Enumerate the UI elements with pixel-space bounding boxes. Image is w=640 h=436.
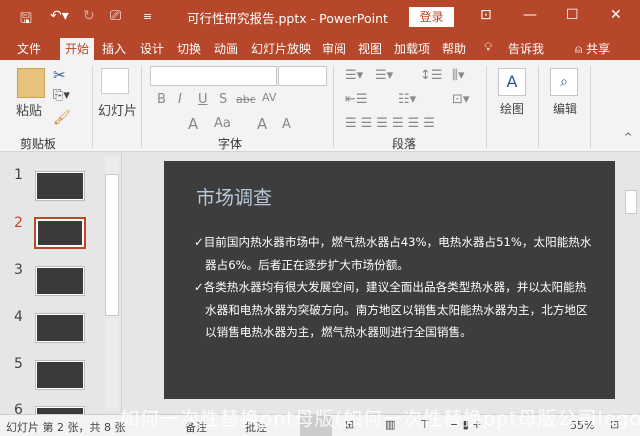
font-color-button[interactable]: A [188, 115, 198, 133]
bullet-item: ✓各类热水器均有很大发展空间，建议全面出品各类型热水器，并以太阳能热水器和电热水… [194, 280, 588, 339]
decrease-font-button[interactable]: A [282, 117, 291, 132]
char-spacing-button[interactable]: AV [262, 91, 276, 104]
slide-thumbnail-selected[interactable] [34, 217, 86, 249]
tab-slideshow[interactable]: 幻灯片放映 [251, 40, 311, 57]
slide-thumbnail[interactable] [35, 266, 85, 296]
line-spacing-icon[interactable]: ↕☰ [420, 68, 443, 83]
bold-button[interactable]: B [157, 92, 166, 107]
strikethrough-button[interactable]: abc [236, 93, 256, 106]
shadow-button[interactable]: S [219, 92, 227, 107]
new-slide-icon[interactable] [101, 68, 129, 94]
tab-home[interactable]: 开始 [60, 38, 95, 60]
bullet-item: ✓目前国内热水器市场中，燃气热水器占43%，电热水器占51%，太阳能热水器占6%… [194, 235, 592, 272]
tab-animations[interactable]: 动画 [214, 40, 238, 57]
editing-button[interactable]: 编辑 [553, 100, 577, 117]
collapse-ribbon-icon[interactable]: ^ [624, 132, 632, 143]
close-button[interactable]: ✕ [610, 7, 622, 23]
slide-thumbnail[interactable] [35, 313, 85, 343]
slide-counter: 幻灯片 第 2 张，共 8 张 [6, 421, 126, 434]
bullets-icon[interactable]: ☰▾ [345, 68, 363, 83]
thumbnail-number: 4 [14, 309, 23, 325]
undo-icon[interactable]: ↶▾ [50, 8, 69, 24]
maximize-button[interactable]: ☐ [566, 7, 579, 23]
thumbnail-number: 2 [14, 215, 23, 231]
slide-thumbnail[interactable] [35, 360, 85, 390]
format-painter-icon[interactable]: 🖌︎ [53, 110, 71, 126]
text-direction-icon[interactable]: ⫼▾ [452, 68, 465, 83]
paste-icon[interactable] [17, 68, 45, 98]
ribbon: 粘贴 ✂ ⎘▾ 🖌︎ 剪贴板 幻灯片 B I U S abc AV A Aa A… [0, 60, 640, 152]
save-icon[interactable]: 🖫 [20, 8, 32, 32]
new-slide-button[interactable]: 幻灯片 [98, 100, 137, 119]
align-text-icon[interactable]: ⊡▾ [452, 92, 469, 107]
thumbnails-scrollbar[interactable] [105, 156, 119, 411]
watermark-text: 如何一次性替换ppt母版(如何一次性替换ppt母版公司logo) [120, 408, 640, 430]
scrollbar-thumb[interactable] [105, 174, 119, 316]
underline-button[interactable]: U [198, 92, 208, 107]
find-icon[interactable]: ⌕ [550, 68, 578, 96]
slide-scrollbar[interactable] [622, 156, 640, 411]
font-group-label: 字体 [218, 137, 243, 151]
shapes-icon[interactable]: A [498, 68, 526, 96]
ribbon-display-options-icon[interactable]: ⊡ [480, 7, 492, 23]
slide-title[interactable]: 市场调查 [196, 183, 272, 210]
italic-button[interactable]: I [178, 92, 182, 107]
scrollbar-thumb[interactable] [625, 190, 637, 214]
share-button[interactable]: ⍝ 共享 [575, 40, 610, 57]
tell-me-search[interactable]: 告诉我 [508, 40, 544, 57]
slide-canvas[interactable]: 市场调查 ✓目前国内热水器市场中，燃气热水器占43%，电热水器占51%，太阳能热… [164, 161, 615, 399]
redo-icon[interactable]: ↻ [83, 8, 95, 24]
paragraph-group-label: 段落 [392, 137, 417, 151]
thumbnail-number: 5 [14, 356, 23, 372]
paste-button[interactable]: 粘贴 [16, 100, 42, 119]
login-button[interactable]: 登录 [409, 7, 454, 27]
tab-insert[interactable]: 插入 [102, 40, 126, 57]
person-icon: ⍝ [575, 42, 587, 56]
slide-thumbnail[interactable] [35, 171, 85, 201]
tab-view[interactable]: 视图 [358, 40, 382, 57]
lightbulb-icon: 💡︎ [484, 40, 493, 54]
ribbon-tabs: 文件 开始 插入 设计 切换 动画 幻灯片放映 审阅 视图 加载项 帮助 💡︎ … [0, 34, 640, 60]
tab-design[interactable]: 设计 [140, 40, 164, 57]
minimize-button[interactable]: — [523, 7, 537, 23]
copy-icon[interactable]: ⎘▾ [53, 88, 70, 103]
alignment-icons[interactable]: ☰☰☰☰☰☰ [345, 116, 439, 131]
thumbnail-number: 1 [14, 167, 23, 183]
clipboard-group-label: 剪贴板 [20, 137, 57, 151]
title-bar: 🖫 ↶▾ ↻ ⎚ ≡ 可行性研究报告.pptx - PowerPoint 登录 … [0, 0, 640, 34]
start-from-beginning-icon[interactable]: ⎚ [110, 8, 121, 24]
tab-help[interactable]: 帮助 [442, 40, 466, 57]
columns-icon[interactable]: ☷▾ [398, 92, 416, 107]
font-name-select[interactable] [150, 66, 277, 86]
customize-toolbar-icon[interactable]: ≡ [143, 10, 152, 23]
drawing-button[interactable]: 绘图 [500, 100, 524, 117]
decrease-indent-icon[interactable]: ⇤☰ [345, 92, 368, 107]
slide-thumbnails-pane: 1 2 3 4 5 6 [0, 152, 122, 436]
tab-transitions[interactable]: 切换 [177, 40, 201, 57]
share-label: 共享 [586, 42, 611, 56]
tab-review[interactable]: 审阅 [322, 40, 346, 57]
cut-icon[interactable]: ✂ [53, 66, 66, 84]
slide-body[interactable]: ✓目前国内热水器市场中，燃气热水器占43%，电热水器占51%，太阳能热水器占6%… [194, 231, 594, 344]
increase-font-button[interactable]: A [257, 115, 267, 133]
font-size-select[interactable] [278, 66, 327, 86]
thumbnail-number: 3 [14, 262, 23, 278]
tab-addins[interactable]: 加载项 [394, 40, 430, 57]
tab-file[interactable]: 文件 [17, 40, 41, 57]
window-title: 可行性研究报告.pptx - PowerPoint [187, 11, 388, 26]
numbering-icon[interactable]: ☰▾ [375, 68, 393, 83]
change-case-button[interactable]: Aa [214, 116, 231, 131]
